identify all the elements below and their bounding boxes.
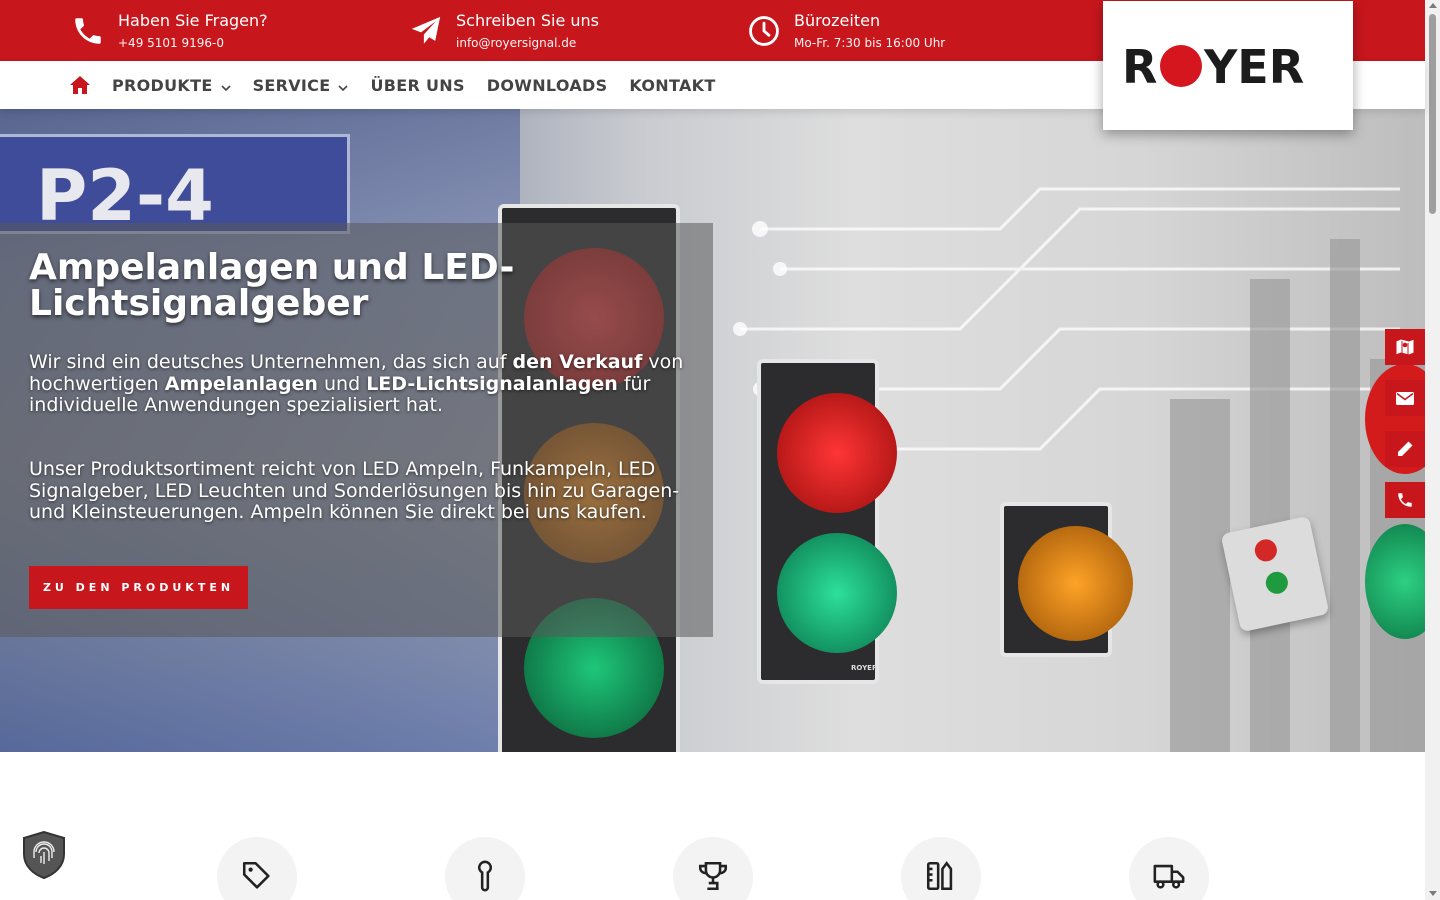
nav-item-label: PRODUKTE	[112, 75, 213, 95]
hero-section: P2-4 Ampelanlagen und LED-Lichtsignalgeb…	[0, 109, 1425, 752]
nav-item-service[interactable]: SERVICE	[253, 76, 349, 95]
nav-item-label: KONTAKT	[629, 75, 716, 95]
contact-phone-title: Haben Sie Fragen?	[118, 10, 268, 30]
trophy-icon	[698, 861, 728, 891]
hero-intro-paragraph: Wir sind ein deutsches Unternehmen, das …	[29, 351, 699, 417]
paper-plane-icon	[408, 13, 444, 49]
phone-icon	[70, 13, 106, 49]
feature-delivery[interactable]	[1129, 837, 1209, 900]
red-lamp	[777, 393, 897, 513]
office-hours-detail: Mo-Fr. 7:30 bis 16:00 Uhr	[794, 35, 946, 50]
nav-item-ueber-uns[interactable]: ÜBER UNS	[370, 76, 464, 95]
contact-phone-number[interactable]: +49 5101 9196-0	[118, 35, 268, 51]
feature-price[interactable]	[217, 837, 297, 900]
truck-icon	[1153, 864, 1185, 889]
scroll-down-arrow-icon[interactable]	[1429, 891, 1437, 896]
hero-intro-text: Wir sind ein deutsches Unternehmen, das …	[29, 351, 513, 373]
map-icon	[1395, 338, 1415, 356]
phone-icon	[1398, 493, 1412, 507]
mail-icon	[1396, 391, 1414, 405]
office-hours: Bürozeiten Mo-Fr. 7:30 bis 16:00 Uhr	[746, 0, 945, 61]
chevron-down-icon	[338, 76, 349, 95]
nav-item-label: SERVICE	[252, 75, 331, 95]
hero-intro-text: und	[317, 372, 367, 395]
royer-logo-graphic: R YER	[1122, 43, 1304, 89]
wrench-icon	[477, 860, 493, 892]
edit-button[interactable]	[1385, 431, 1425, 467]
traffic-light-amber	[1000, 502, 1133, 657]
royer-logo[interactable]: R YER	[1103, 1, 1353, 130]
nav-item-downloads[interactable]: DOWNLOADS	[487, 76, 608, 95]
svg-text:YER: YER	[1203, 43, 1304, 89]
clock-icon	[746, 13, 782, 49]
feature-service[interactable]	[445, 837, 525, 900]
products-cta-button[interactable]: ZU DEN PRODUKTEN	[29, 566, 248, 609]
green-button-graphic	[1263, 569, 1290, 596]
call-button[interactable]	[1385, 482, 1425, 518]
nav-item-kontakt[interactable]: KONTAKT	[629, 76, 715, 95]
page-scrollbar[interactable]	[1425, 0, 1440, 900]
pencil-icon	[1398, 441, 1413, 456]
mail-button[interactable]	[1385, 380, 1425, 416]
amber-lamp	[1018, 526, 1133, 641]
hero-title: Ampelanlagen und LED-Lichtsignalgeber	[29, 247, 515, 324]
contact-email-title: Schreiben Sie uns	[456, 10, 599, 30]
contact-phone[interactable]: Haben Sie Fragen? +49 5101 9196-0	[70, 0, 268, 61]
nav-item-produkte[interactable]: PRODUKTE	[112, 76, 231, 95]
office-hours-title: Bürozeiten	[794, 10, 881, 30]
chevron-down-icon	[221, 76, 231, 95]
feature-quality[interactable]	[673, 837, 753, 900]
home-icon[interactable]	[70, 75, 90, 95]
hero-products-paragraph: Unser Produktsortiment reicht von LED Am…	[29, 458, 680, 523]
tag-icon	[242, 861, 270, 889]
hero-intro-bold: Ampelanlagen	[164, 372, 318, 395]
svg-text:R: R	[1122, 43, 1157, 89]
red-button-graphic	[1252, 537, 1279, 564]
hero-intro-bold: LED-Lichtsignalanlagen	[366, 372, 618, 395]
parking-sign: P2-4	[0, 134, 350, 237]
scrollbar-thumb[interactable]	[1429, 14, 1436, 214]
nav-item-label: ÜBER UNS	[370, 75, 465, 95]
scroll-up-arrow-icon[interactable]	[1429, 3, 1437, 8]
traffic-light-two-lamp: ROYER	[757, 359, 897, 684]
hero-intro-bold: den Verkauf	[512, 351, 643, 373]
industrial-background	[1170, 239, 1425, 752]
contact-email[interactable]: Schreiben Sie uns info@royersignal.de	[408, 0, 599, 61]
fingerprint-shield-icon	[23, 830, 65, 880]
map-button[interactable]	[1385, 329, 1425, 365]
green-lamp	[777, 533, 897, 653]
contact-email-address[interactable]: info@royersignal.de	[456, 35, 599, 51]
privacy-settings-button[interactable]	[20, 830, 68, 880]
nav-item-label: DOWNLOADS	[486, 75, 608, 95]
device-brand-label: ROYER	[851, 664, 878, 672]
tools-icon	[926, 861, 953, 891]
feature-custom[interactable]	[901, 837, 981, 900]
